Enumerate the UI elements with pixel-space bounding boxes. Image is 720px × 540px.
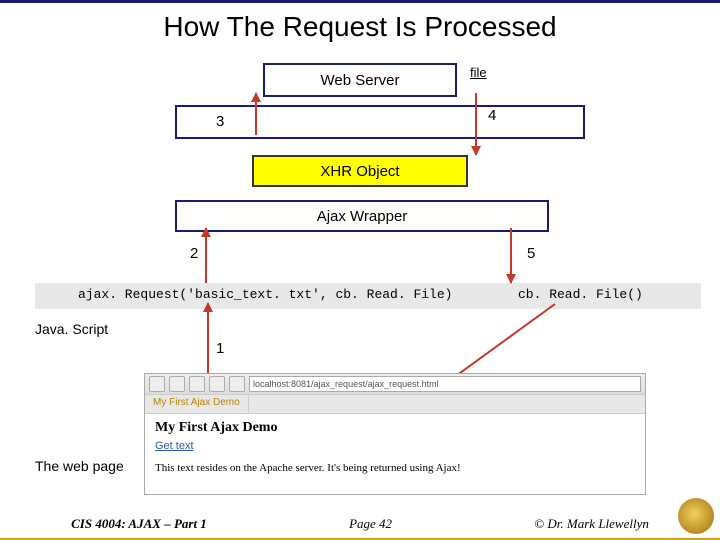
browser-window: localhost:8081/ajax_request/ajax_request… (144, 373, 646, 495)
browser-tab[interactable]: My First Ajax Demo (145, 395, 249, 413)
slide-title: How The Request Is Processed (0, 11, 720, 43)
arrow-4 (475, 93, 477, 155)
step-1: 1 (216, 340, 224, 357)
address-bar[interactable]: localhost:8081/ajax_request/ajax_request… (249, 376, 641, 392)
javascript-label: Java. Script (35, 321, 108, 337)
page-body-text: This text resides on the Apache server. … (155, 462, 635, 474)
step-5: 5 (527, 245, 535, 262)
code-left: ajax. Request('basic_text. txt', cb. Rea… (70, 283, 460, 306)
file-label: file (470, 65, 487, 80)
step-2: 2 (190, 245, 198, 262)
arrow-2 (205, 228, 207, 283)
page-heading: My First Ajax Demo (155, 420, 635, 436)
ajax-wrapper-top-box (175, 105, 585, 139)
ajax-wrapper-box: Ajax Wrapper (175, 200, 549, 232)
step-3: 3 (216, 113, 224, 130)
browser-tabbar: My First Ajax Demo (145, 395, 645, 414)
arrow-3 (255, 93, 257, 135)
reload-button[interactable] (189, 376, 205, 392)
forward-button[interactable] (169, 376, 185, 392)
arrow-5 (510, 228, 512, 283)
ucf-logo-icon (678, 498, 714, 534)
home-button[interactable] (229, 376, 245, 392)
footer-right: © Dr. Mark Llewellyn (534, 516, 649, 532)
code-right: cb. Read. File() (510, 283, 651, 306)
browser-toolbar: localhost:8081/ajax_request/ajax_request… (145, 374, 645, 395)
get-text-link[interactable]: Get text (155, 440, 194, 452)
web-server-label: Web Server (321, 72, 400, 89)
footer-left: CIS 4004: AJAX – Part 1 (71, 516, 207, 532)
stop-button[interactable] (209, 376, 225, 392)
back-button[interactable] (149, 376, 165, 392)
xhr-object-box: XHR Object (252, 155, 468, 187)
step-4: 4 (488, 107, 496, 124)
footer-center: Page 42 (349, 516, 392, 532)
webpage-label: The web page (35, 458, 124, 474)
xhr-object-label: XHR Object (320, 163, 399, 180)
ajax-wrapper-label: Ajax Wrapper (317, 208, 408, 225)
browser-page: My First Ajax Demo Get text This text re… (145, 414, 645, 495)
slide-footer: CIS 4004: AJAX – Part 1 Page 42 © Dr. Ma… (0, 516, 720, 532)
web-server-box: Web Server (263, 63, 457, 97)
